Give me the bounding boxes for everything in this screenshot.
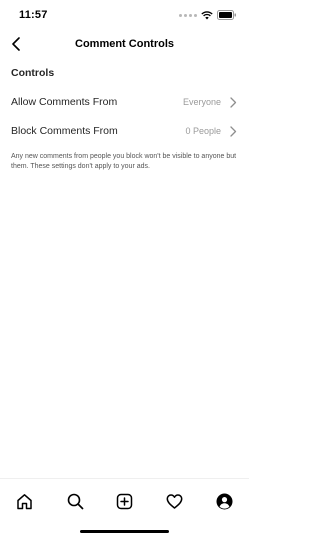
chevron-right-icon <box>230 126 237 137</box>
chevron-right-icon <box>230 97 237 108</box>
row-value: 0 People <box>185 126 221 136</box>
battery-icon <box>217 10 236 20</box>
heart-icon <box>166 493 182 509</box>
tab-bar <box>0 478 249 524</box>
status-bar: 11:57 <box>0 0 249 30</box>
status-icons <box>179 10 237 20</box>
tab-new-post[interactable] <box>114 491 134 511</box>
row-label: Block Comments From <box>11 125 118 137</box>
wifi-icon <box>201 10 213 19</box>
allow-comments-from-row[interactable]: Allow Comments From Everyone <box>0 88 249 117</box>
row-label: Allow Comments From <box>11 96 118 108</box>
tab-search[interactable] <box>65 491 85 511</box>
page-title: Comment Controls <box>75 38 174 50</box>
section-title-controls: Controls <box>11 67 55 79</box>
navigation-bar: Comment Controls <box>0 30 249 58</box>
search-icon <box>67 493 83 509</box>
profile-icon <box>216 493 232 509</box>
home-icon <box>16 493 32 509</box>
block-comments-note: Any new comments from people you block w… <box>11 153 237 170</box>
tab-activity[interactable] <box>164 491 184 511</box>
block-comments-from-row[interactable]: Block Comments From 0 People <box>0 117 249 146</box>
add-post-icon <box>116 493 132 509</box>
tab-home[interactable] <box>14 491 34 511</box>
row-value: Everyone <box>182 97 221 107</box>
status-time: 11:57 <box>19 9 48 21</box>
signal-dots-icon <box>179 13 197 17</box>
tab-profile[interactable] <box>214 491 234 511</box>
home-indicator <box>80 530 169 533</box>
